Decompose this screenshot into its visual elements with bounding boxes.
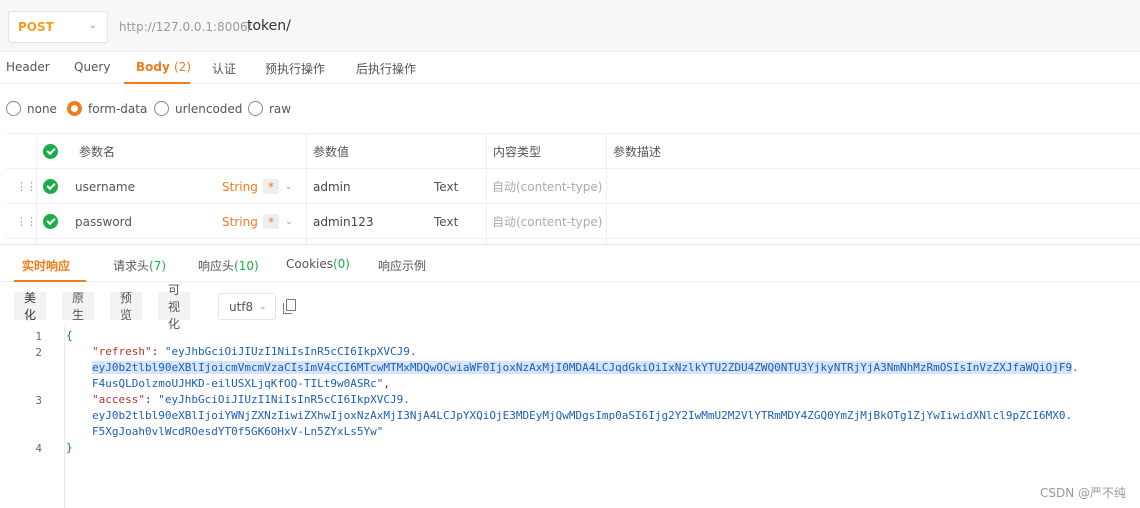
url-path-input[interactable]: token/ [247, 18, 291, 34]
required-marker: * [263, 179, 279, 194]
tab-live-response[interactable]: 实时响应 [22, 257, 70, 274]
tab-post-request[interactable]: 后执行操作 [356, 60, 416, 77]
line-number: 3 [35, 394, 42, 407]
view-preview-button[interactable]: 预览 [110, 291, 143, 322]
radio-circle [248, 101, 263, 116]
col-header-content-type: 内容类型 [493, 145, 542, 159]
param-type-select[interactable]: String [222, 204, 258, 239]
check-icon [43, 214, 58, 229]
drag-handle-icon[interactable]: ⋮⋮ [16, 204, 37, 239]
required-marker: * [263, 214, 279, 229]
url-bar: POST ⌄ http://127.0.0.1:8006/ token/ [0, 0, 1140, 52]
chevron-down-icon: ⌄ [259, 301, 267, 312]
code-line: F5XgJoah0vlWcdROesdYT0f5GK6OHxV-Ln5ZYxLs… [92, 425, 384, 438]
chevron-down-icon: ⌄ [285, 216, 293, 227]
code-close-brace: } [66, 441, 73, 454]
radio-form-data[interactable]: form-data [67, 101, 147, 116]
check-icon [43, 179, 58, 194]
tab-header[interactable]: Header [6, 60, 50, 74]
radio-circle-selected [67, 101, 82, 116]
tab-auth[interactable]: 认证 [212, 60, 236, 77]
params-table: 参数名 参数值 内容类型 参数描述 ⋮⋮ username String * ⌄ … [6, 133, 1140, 244]
tab-cookies[interactable]: Cookies(0) [286, 257, 350, 271]
radio-raw[interactable]: raw [248, 101, 291, 116]
param-name-input[interactable]: password [75, 204, 132, 239]
code-line-selected: eyJ0b2tlbl90eXBlIjoicmVmcmVzaCIsImV4cCI6… [92, 361, 1079, 374]
value-type-select[interactable]: Text [434, 204, 458, 239]
tab-body[interactable]: Body (2) [136, 60, 191, 74]
content-type-input[interactable]: 自动(content-type) [492, 169, 602, 204]
table-row: ⋮⋮ password String * ⌄ admin123 Text 自动(c… [6, 204, 1140, 239]
row-checkbox[interactable] [43, 204, 58, 239]
tab-pre-request[interactable]: 预执行操作 [265, 60, 325, 77]
col-header-value: 参数值 [313, 145, 350, 159]
code-line: "access": "eyJhbGciOiJIUzI1NiIsInR5cCI6I… [92, 393, 410, 406]
param-type-select[interactable]: String [222, 169, 258, 204]
col-header-desc: 参数描述 [613, 145, 662, 159]
drag-handle-icon[interactable]: ⋮⋮ [16, 169, 37, 204]
response-body[interactable]: 1 2 3 4 { "refresh": "eyJhbGciOiJIUzI1Ni… [0, 326, 1140, 508]
method-select[interactable]: POST ⌄ [8, 11, 108, 43]
table-row: ⋮⋮ username String * ⌄ admin Text 自动(cont… [6, 169, 1140, 204]
content-type-input[interactable]: 自动(content-type) [492, 204, 602, 239]
tab-response-examples[interactable]: 响应示例 [378, 257, 426, 274]
copy-icon[interactable] [283, 299, 296, 314]
gutter-divider [64, 326, 65, 508]
chevron-down-icon: ⌄ [88, 20, 97, 31]
base-url[interactable]: http://127.0.0.1:8006/ [119, 20, 252, 34]
code-open-brace: { [66, 329, 73, 342]
request-tabs: Header Query Body (2) 认证 预执行操作 后执行操作 [0, 52, 1140, 84]
view-raw-button[interactable]: 原生 [62, 291, 95, 322]
required-toggle[interactable]: * ⌄ [263, 169, 293, 204]
param-value-input[interactable]: admin [313, 169, 351, 204]
view-pretty-button[interactable]: 美化 [14, 291, 47, 322]
method-value: POST [18, 20, 54, 34]
line-number: 2 [35, 346, 42, 359]
tab-query[interactable]: Query [74, 60, 110, 74]
body-type-radios: none form-data urlencoded raw [0, 96, 1140, 126]
response-tabs: 实时响应 请求头(7) 响应头(10) Cookies(0) 响应示例 [0, 244, 1140, 282]
watermark: CSDN @严不纯 [1039, 486, 1126, 500]
active-tab-indicator [14, 280, 86, 282]
code-line: eyJ0b2tlbl90eXBlIjoiYWNjZXNzIiwiZXhwIjox… [92, 409, 1073, 422]
chevron-down-icon: ⌄ [285, 181, 293, 192]
code-line: "refresh": "eyJhbGciOiJIUzI1NiIsInR5cCI6… [92, 345, 417, 358]
encoding-select[interactable]: utf8 ⌄ [218, 293, 276, 320]
table-header-row: 参数名 参数值 内容类型 参数描述 [6, 134, 1140, 169]
radio-none[interactable]: none [6, 101, 57, 116]
value-type-select[interactable]: Text [434, 169, 458, 204]
row-checkbox[interactable] [43, 169, 58, 204]
param-name-input[interactable]: username [75, 169, 135, 204]
check-icon [43, 144, 58, 159]
tab-request-headers[interactable]: 请求头(7) [113, 257, 166, 274]
radio-urlencoded[interactable]: urlencoded [154, 101, 242, 116]
col-header-name: 参数名 [79, 145, 116, 159]
radio-circle [6, 101, 21, 116]
param-value-input[interactable]: admin123 [313, 204, 374, 239]
encoding-value: utf8 [229, 299, 254, 314]
select-all-checkbox[interactable] [43, 134, 58, 169]
active-tab-indicator [124, 82, 190, 84]
view-visualize-button[interactable]: 可视化 [158, 283, 191, 331]
code-line: F4usQLDolzmoUJHKD-eilUSXLjqKfOQ-TILt9w0A… [92, 377, 391, 390]
radio-circle [154, 101, 169, 116]
required-toggle[interactable]: * ⌄ [263, 204, 293, 239]
line-number: 4 [35, 442, 42, 455]
tab-response-headers[interactable]: 响应头(10) [198, 257, 259, 274]
line-number: 1 [35, 330, 42, 343]
